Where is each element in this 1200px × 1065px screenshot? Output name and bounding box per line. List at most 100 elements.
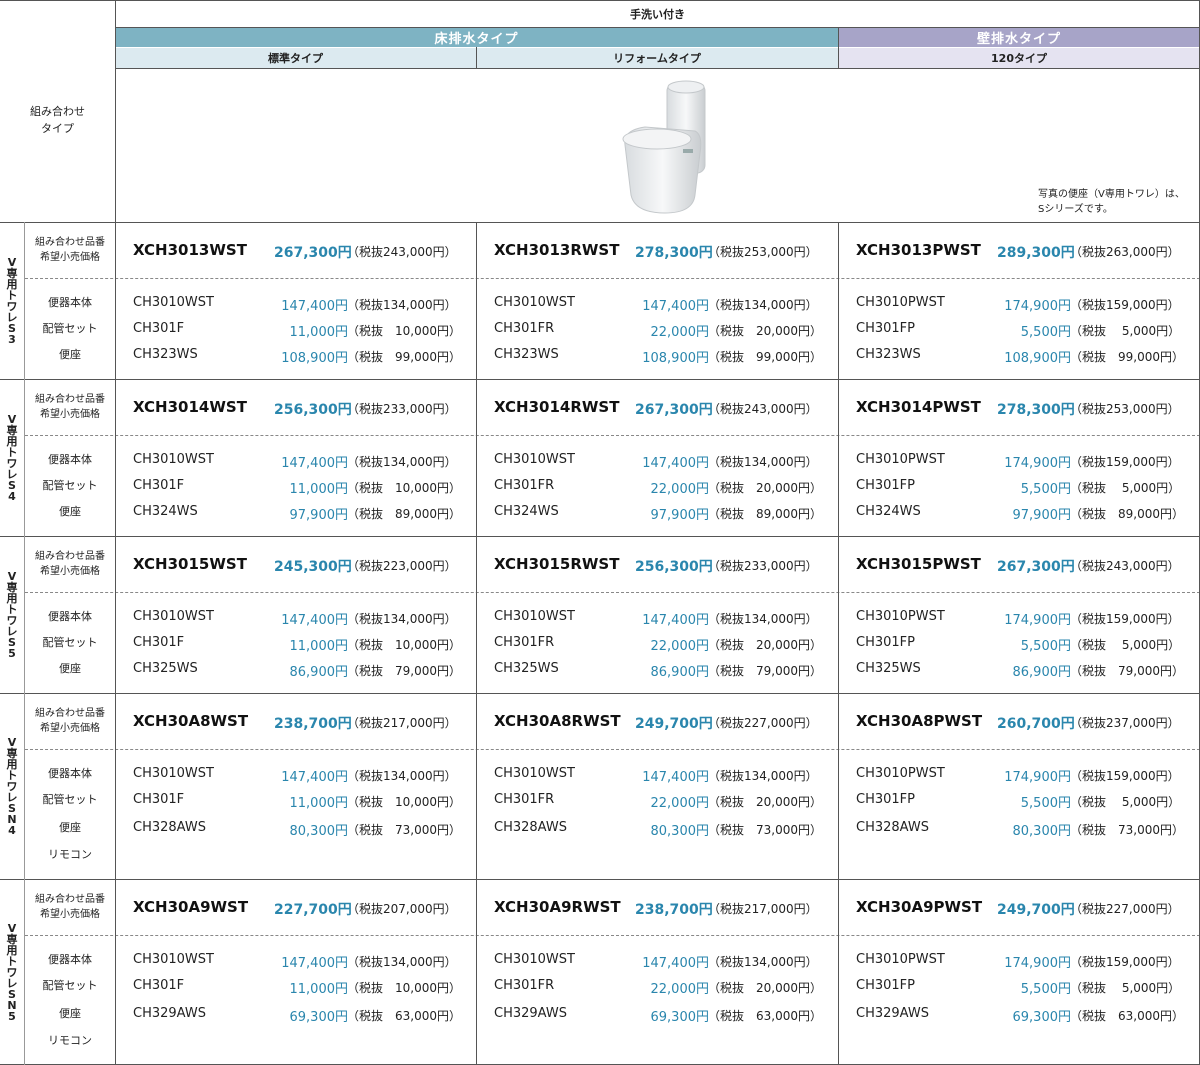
part-tax: （税抜 79,000円）: [347, 664, 461, 678]
combo-label-line1: 組み合わせ品番: [35, 237, 105, 248]
combo-code: XCH30A8RWST: [494, 712, 621, 730]
part-tax: （税抜 99,000円）: [347, 350, 461, 364]
part-code: CH329AWS: [856, 1006, 929, 1021]
combo-tax: （税抜227,000円）: [1070, 902, 1180, 916]
part-label-seat: 便座: [59, 662, 81, 675]
series-label-char: 専: [6, 746, 18, 760]
sub-120: 120タイプ: [838, 47, 1200, 68]
combo-tax: （税抜223,000円）: [347, 559, 457, 573]
combo-tax: （税抜243,000円）: [708, 402, 818, 416]
part-code: CH301FP: [856, 978, 915, 993]
series-label-char: S: [8, 321, 16, 335]
part-code: CH323WS: [133, 347, 198, 362]
part-tax: （税抜159,000円）: [1070, 955, 1180, 969]
part-price: 174,900円: [1004, 770, 1071, 785]
combo-price: 278,300円: [997, 402, 1075, 418]
part-tax: （税抜134,000円）: [347, 612, 457, 626]
combo-price: 249,700円: [635, 716, 713, 732]
part-code: CH324WS: [494, 504, 559, 519]
part-code: CH301FP: [856, 478, 915, 493]
part-price: 69,300円: [289, 1010, 349, 1025]
part-label-seat: 便座: [59, 821, 81, 834]
grid-line: [0, 379, 1200, 380]
combo-label-line2: 希望小売価格: [40, 252, 100, 263]
part-tax: （税抜134,000円）: [708, 455, 818, 469]
part-price: 147,400円: [642, 299, 709, 314]
part-price: 11,000円: [289, 325, 349, 340]
part-price: 174,900円: [1004, 456, 1071, 471]
grid-line: [25, 749, 1200, 750]
part-code: CH3010WST: [133, 609, 214, 624]
combo-code: XCH3015PWST: [856, 555, 981, 573]
series-label-char: レ: [6, 790, 18, 804]
part-tax: （税抜 5,000円）: [1070, 981, 1181, 995]
part-tax: （税抜 99,000円）: [708, 350, 822, 364]
series-label-char: ワ: [6, 779, 18, 793]
combo-tax: （税抜233,000円）: [347, 402, 457, 416]
part-price: 22,000円: [650, 325, 710, 340]
part-code: CH3010WST: [133, 295, 214, 310]
series-label-char: 4: [8, 489, 16, 503]
part-code: CH301F: [133, 978, 185, 993]
series-label-char: レ: [6, 976, 18, 990]
photo-note-line1: 写真の便座（V専用トワレ）は、: [1038, 189, 1185, 200]
part-label-pipe: 配管セット: [42, 636, 98, 649]
part-price: 5,500円: [1020, 982, 1071, 997]
series-label-char: 用: [6, 757, 18, 771]
grid-line: [0, 536, 1200, 537]
series-label-char: ト: [6, 288, 18, 302]
part-code: CH301FP: [856, 792, 915, 807]
part-code: CH325WS: [494, 661, 559, 676]
series-label-char: 専: [6, 423, 18, 437]
part-tax: （税抜 73,000円）: [347, 823, 461, 837]
part-price: 86,900円: [1012, 665, 1072, 680]
series-label-char: ワ: [6, 613, 18, 627]
combo-price: 260,700円: [997, 716, 1075, 732]
series-label-char: ト: [6, 954, 18, 968]
combo-tax: （税抜253,000円）: [1070, 402, 1180, 416]
part-tax: （税抜 5,000円）: [1070, 481, 1181, 495]
part-price: 147,400円: [642, 956, 709, 971]
series-label-char: ワ: [6, 299, 18, 313]
series-label: V専用トワレSN4: [0, 693, 24, 879]
combo-tax: （税抜207,000円）: [347, 902, 457, 916]
part-tax: （税抜134,000円）: [347, 455, 457, 469]
part-tax: （税抜 10,000円）: [347, 481, 461, 495]
part-tax: （税抜134,000円）: [347, 769, 457, 783]
grid-line: [0, 0, 1200, 1]
part-tax: （税抜159,000円）: [1070, 298, 1180, 312]
part-tax: （税抜 10,000円）: [347, 795, 461, 809]
combo-code: XCH30A9WST: [133, 898, 249, 916]
part-tax: （税抜 10,000円）: [347, 324, 461, 338]
combo-tax: （税抜217,000円）: [708, 902, 818, 916]
part-price: 108,900円: [642, 351, 709, 366]
series-label: V専用トワレSN5: [0, 879, 24, 1065]
series-label-char: 3: [8, 332, 16, 346]
part-price: 97,900円: [1012, 508, 1072, 523]
part-code: CH3010WST: [133, 952, 214, 967]
combo-price: 256,300円: [635, 559, 713, 575]
series-label-char: 4: [8, 823, 16, 837]
part-code: CH301FR: [494, 792, 555, 807]
series-label-char: ト: [6, 768, 18, 782]
part-tax: （税抜134,000円）: [347, 298, 457, 312]
series-label-char: レ: [6, 310, 18, 324]
part-price: 147,400円: [281, 613, 348, 628]
part-price: 11,000円: [289, 639, 349, 654]
series-label-char: V: [7, 412, 17, 426]
combo-price: 267,300円: [635, 402, 713, 418]
part-code: CH323WS: [494, 347, 559, 362]
combo-price: 267,300円: [274, 245, 352, 261]
part-code: CH301FR: [494, 478, 555, 493]
combo-tax: （税抜237,000円）: [1070, 716, 1180, 730]
combo-price: 256,300円: [274, 402, 352, 418]
series-label-char: ト: [6, 602, 18, 616]
combo-code: XCH30A9RWST: [494, 898, 621, 916]
part-code: CH3010PWST: [856, 609, 945, 624]
part-tax: （税抜 79,000円）: [708, 664, 822, 678]
part-price: 69,300円: [1012, 1010, 1072, 1025]
part-tax: （税抜 10,000円）: [347, 638, 461, 652]
part-tax: （税抜 89,000円）: [708, 507, 822, 521]
series-label-char: V: [7, 921, 17, 935]
series-label-char: 5: [8, 1009, 16, 1023]
